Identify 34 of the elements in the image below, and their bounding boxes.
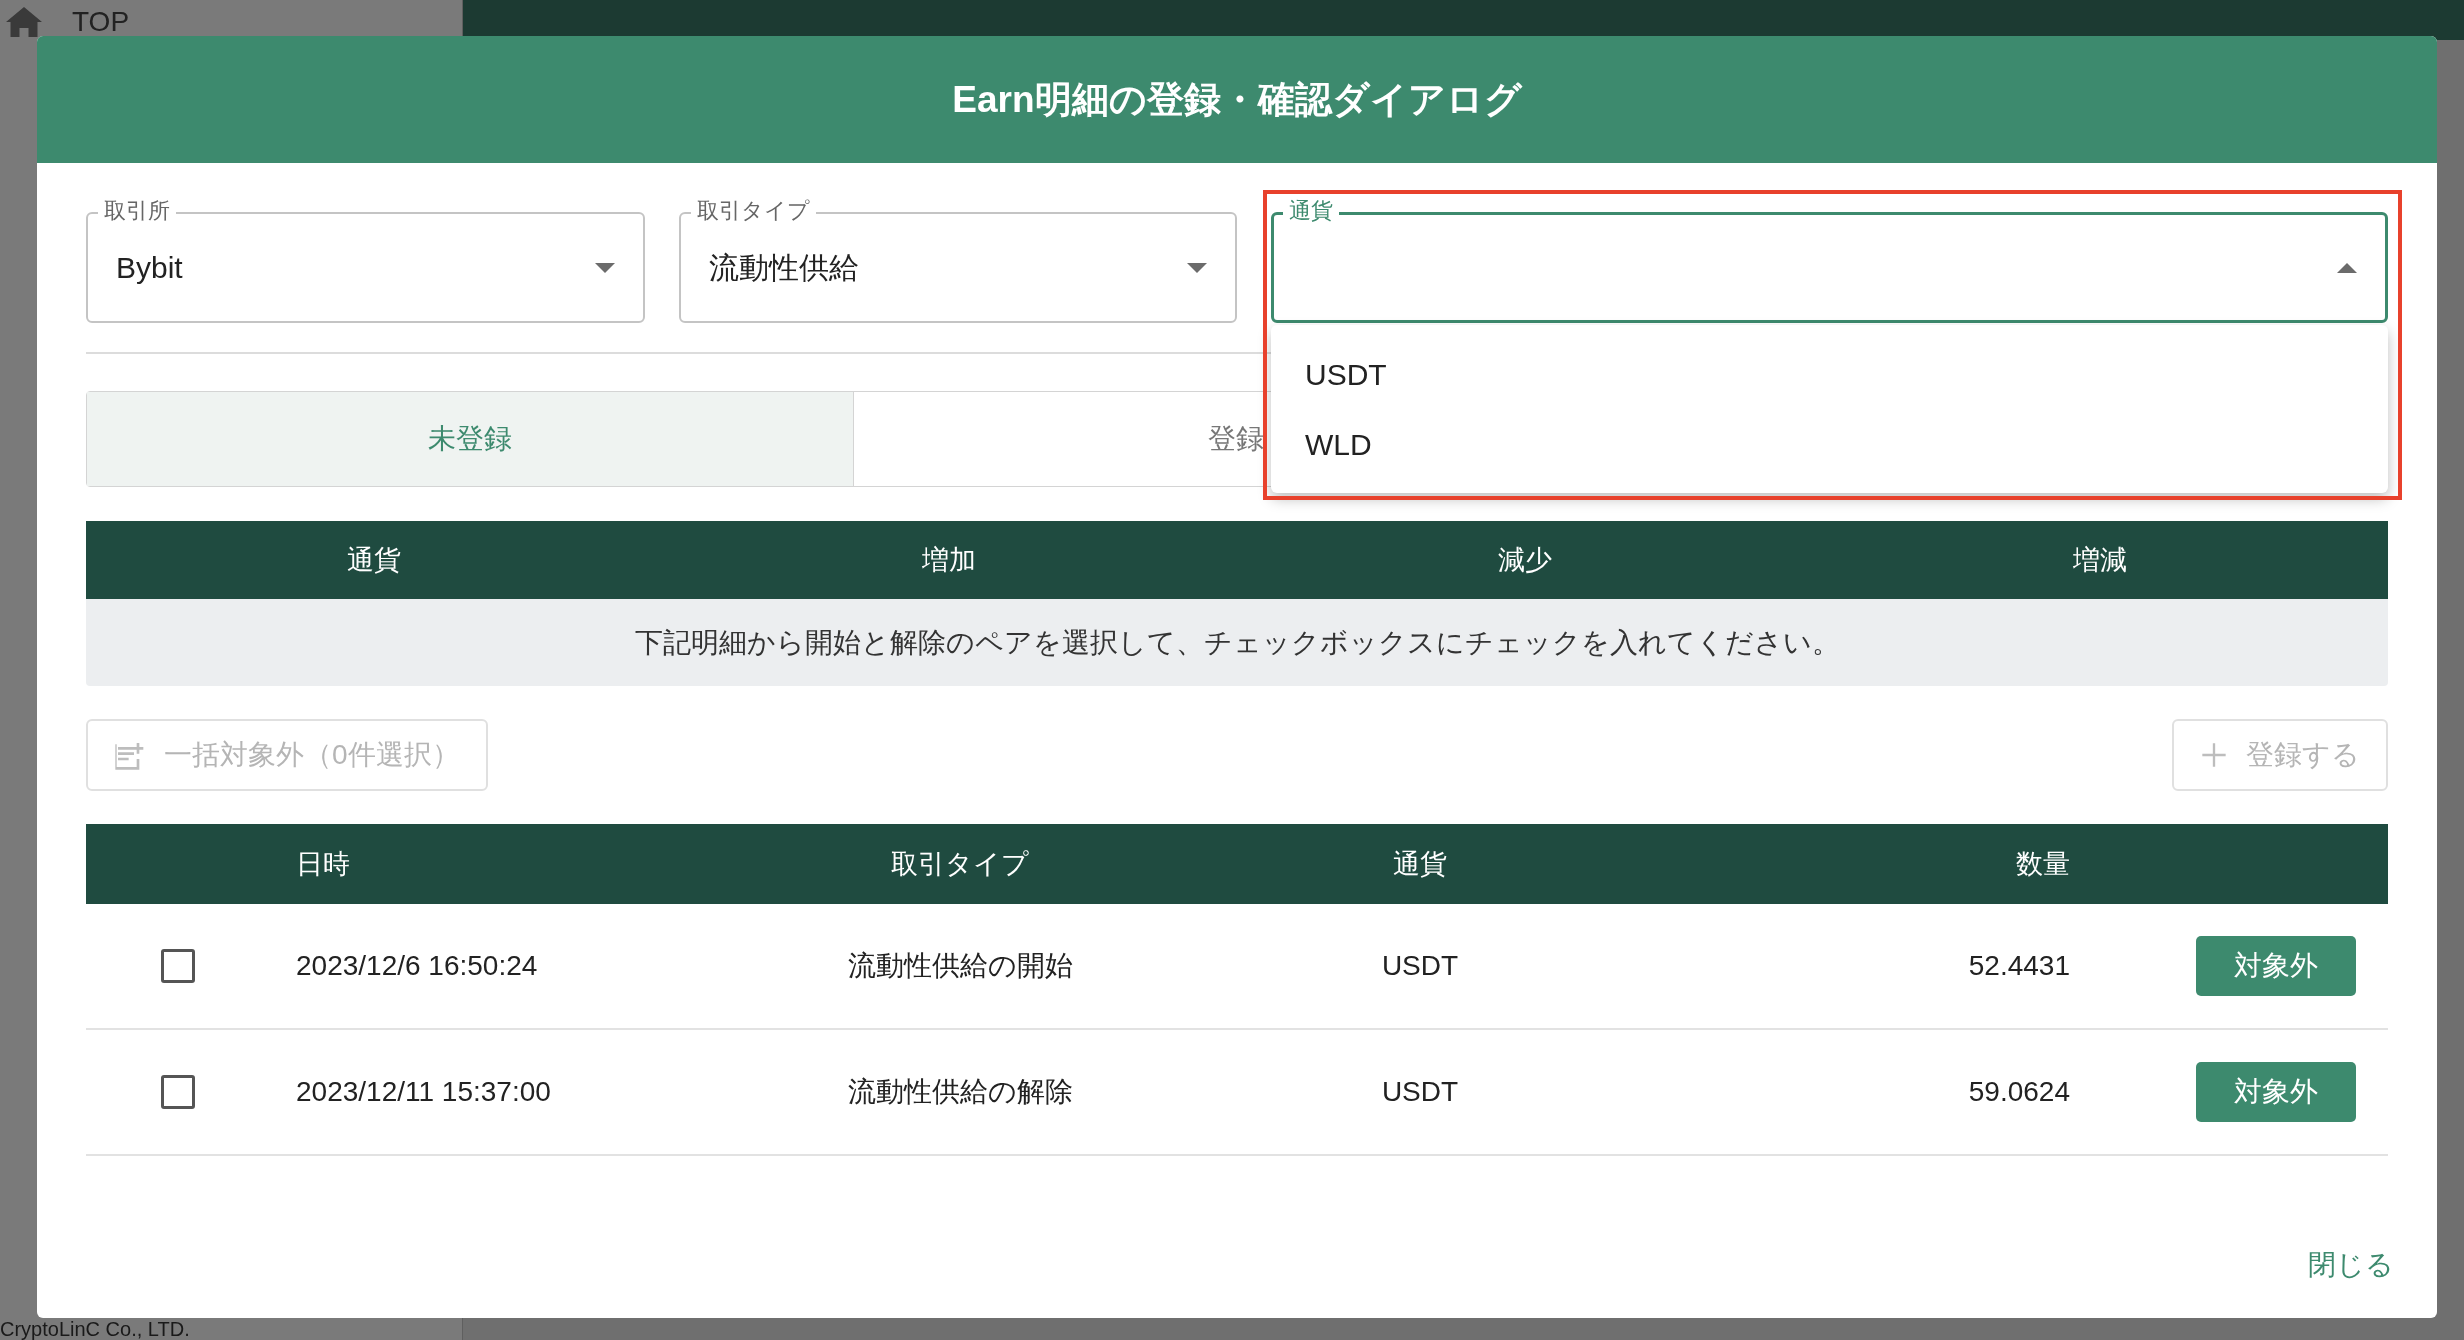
- field-value: 流動性供給: [708, 250, 859, 286]
- field-label: 通貨: [1283, 197, 1339, 225]
- column-header: 通貨: [345, 543, 402, 577]
- table-cell-text: USDT: [1380, 1075, 1460, 1109]
- table-cell-text: 流動性供給の解除: [846, 1075, 1074, 1109]
- table-cell-text: USDT: [1380, 949, 1460, 983]
- home-icon: [6, 7, 42, 37]
- column-header: 減少: [1496, 543, 1553, 577]
- footer-text: CryptoLinC Co., LTD.: [0, 1319, 191, 1339]
- column-header: 日時: [295, 847, 351, 881]
- table-cell-text: 2023/12/6 16:50:24: [295, 949, 539, 983]
- column-header: 増加: [921, 543, 978, 577]
- table-cell-text: 流動性供給の開始: [846, 949, 1074, 983]
- dialog-title: Earn明細の登録・確認ダイアログ: [952, 77, 1522, 122]
- row-checkbox[interactable]: [161, 949, 195, 983]
- table-cell-text: 52.4431: [1967, 949, 2071, 983]
- column-header: 通貨: [1392, 847, 1448, 881]
- caret-icon: [2337, 262, 2357, 273]
- column-header: 増減: [2072, 543, 2129, 577]
- field-label: 取引タイプ: [690, 197, 816, 225]
- caret-icon: [594, 262, 615, 273]
- exclude-button[interactable]: 対象外: [2196, 1062, 2356, 1122]
- tab[interactable]: 未登録: [87, 392, 854, 486]
- caret-icon: [1187, 262, 1207, 273]
- plus-icon: [2200, 741, 2228, 769]
- notice-text: 下記明細から開始と解除のペアを選択して、チェックボックスにチェックを入れてください。: [634, 625, 1840, 660]
- column-header: 取引タイプ: [890, 847, 1030, 881]
- column-header: 数量: [2015, 847, 2071, 881]
- exclude-button[interactable]: 対象外: [2196, 936, 2356, 996]
- field-value: Bybit: [116, 250, 183, 286]
- table-cell-text: 2023/12/11 15:37:00: [295, 1075, 552, 1109]
- row-checkbox[interactable]: [161, 1075, 195, 1109]
- table-cell-text: 59.0624: [1967, 1075, 2071, 1109]
- close-button[interactable]: 閉じる: [2300, 1240, 2402, 1290]
